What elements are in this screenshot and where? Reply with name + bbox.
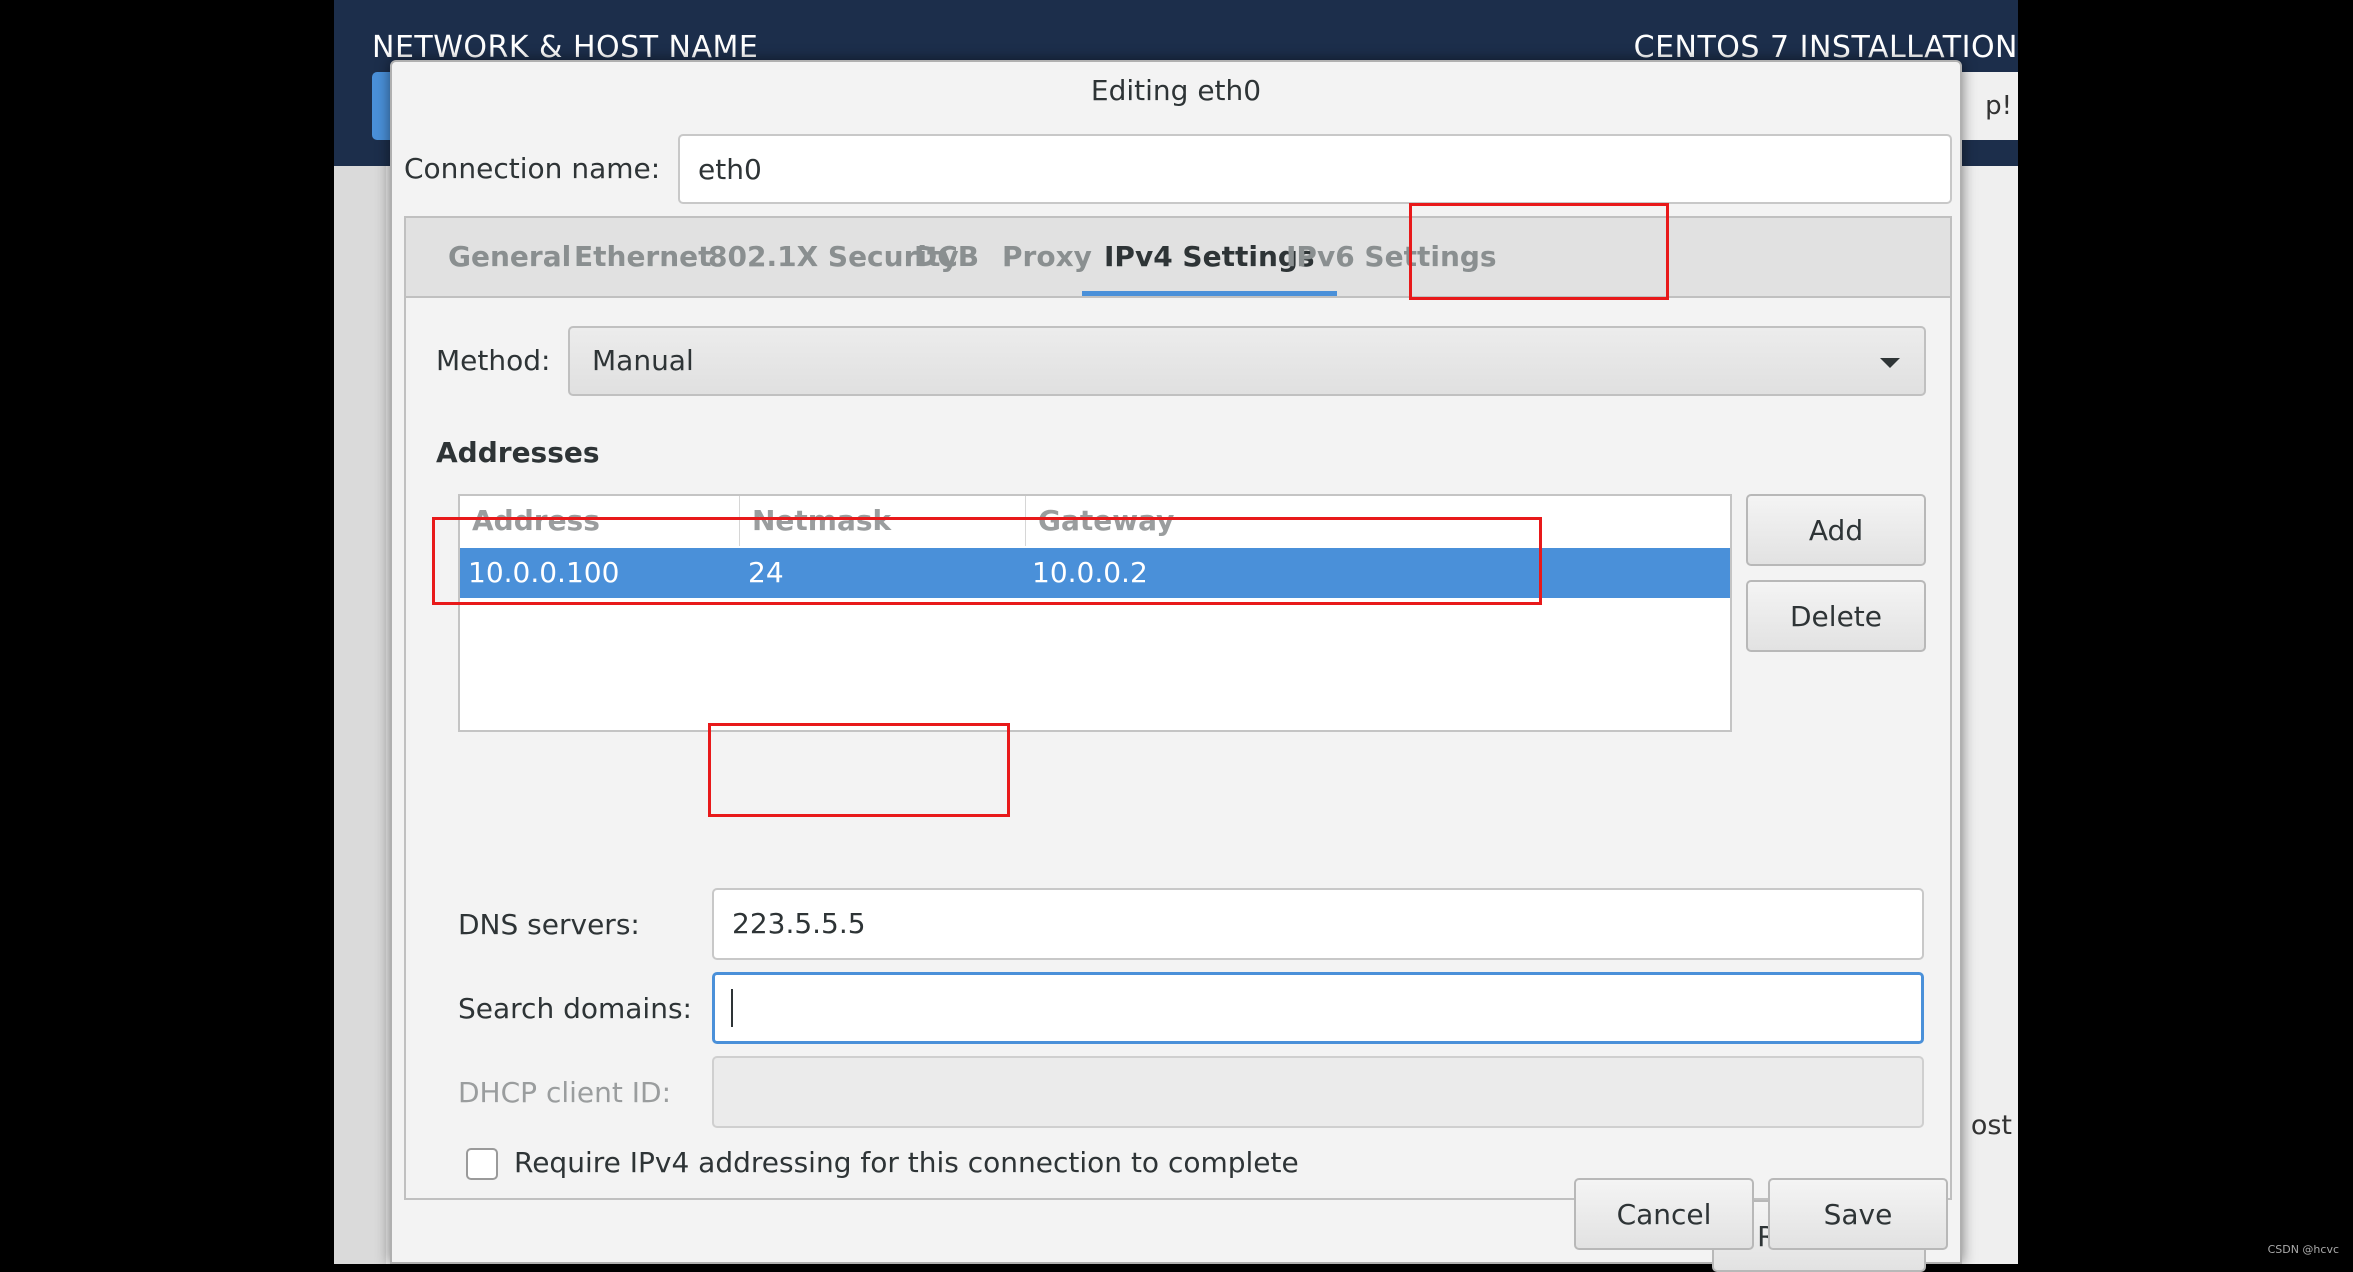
edit-connection-dialog: Editing eth0 Connection name: General Et…: [390, 60, 1962, 1272]
dns-servers-label: DNS servers:: [458, 908, 640, 941]
method-selected-value: Manual: [592, 344, 694, 377]
save-button[interactable]: Save: [1768, 1178, 1948, 1250]
column-header-address[interactable]: Address: [460, 496, 740, 546]
tab-ipv6-settings[interactable]: IPv6 Settings: [1286, 218, 1497, 296]
addresses-table: Address Netmask Gateway 10.0.0.100 24 10…: [458, 494, 1732, 732]
method-label: Method:: [436, 344, 551, 377]
dropdown-arrow-icon: [1880, 358, 1900, 368]
tab-ipv4-settings[interactable]: IPv4 Settings: [1082, 218, 1337, 296]
add-address-button[interactable]: Add: [1746, 494, 1926, 566]
tab-dcb[interactable]: DCB: [914, 218, 979, 296]
connection-name-input[interactable]: [678, 134, 1952, 204]
tab-proxy[interactable]: Proxy: [1002, 218, 1092, 296]
delete-address-button[interactable]: Delete: [1746, 580, 1926, 652]
settings-notebook: General Ethernet 802.1X Security DCB Pro…: [404, 216, 1952, 1272]
dialog-title: Editing eth0: [1090, 74, 1262, 107]
row-address-cell: 10.0.0.100: [468, 556, 620, 589]
cancel-button[interactable]: Cancel: [1574, 1178, 1754, 1250]
table-row[interactable]: 10.0.0.100 24 10.0.0.2: [460, 548, 1730, 598]
background-host-label: ost: [1970, 1110, 2012, 1141]
search-domains-input[interactable]: [712, 972, 1924, 1044]
connection-name-label: Connection name:: [404, 152, 661, 185]
search-domains-label: Search domains:: [458, 992, 692, 1025]
addresses-heading: Addresses: [436, 436, 600, 469]
watermark: CSDN @hcvc: [2267, 1243, 2339, 1256]
column-header-netmask[interactable]: Netmask: [740, 496, 1026, 546]
method-dropdown[interactable]: Manual: [568, 326, 1926, 396]
text-caret: [731, 989, 733, 1027]
tab-general[interactable]: General: [448, 218, 571, 296]
dns-servers-input[interactable]: 223.5.5.5: [712, 888, 1924, 960]
require-ipv4-label[interactable]: Require IPv4 addressing for this connect…: [514, 1146, 1299, 1179]
require-ipv4-checkbox[interactable]: [466, 1148, 498, 1180]
dhcp-client-id-label: DHCP client ID:: [458, 1076, 672, 1109]
row-netmask-cell: 24: [748, 556, 784, 589]
row-gateway-cell: 10.0.0.2: [1032, 556, 1148, 589]
column-header-gateway[interactable]: Gateway: [1026, 496, 1326, 546]
dhcp-client-id-input: [712, 1056, 1924, 1128]
tab-ethernet[interactable]: Ethernet: [574, 218, 712, 296]
tab-bar: General Ethernet 802.1X Security DCB Pro…: [406, 218, 1950, 298]
